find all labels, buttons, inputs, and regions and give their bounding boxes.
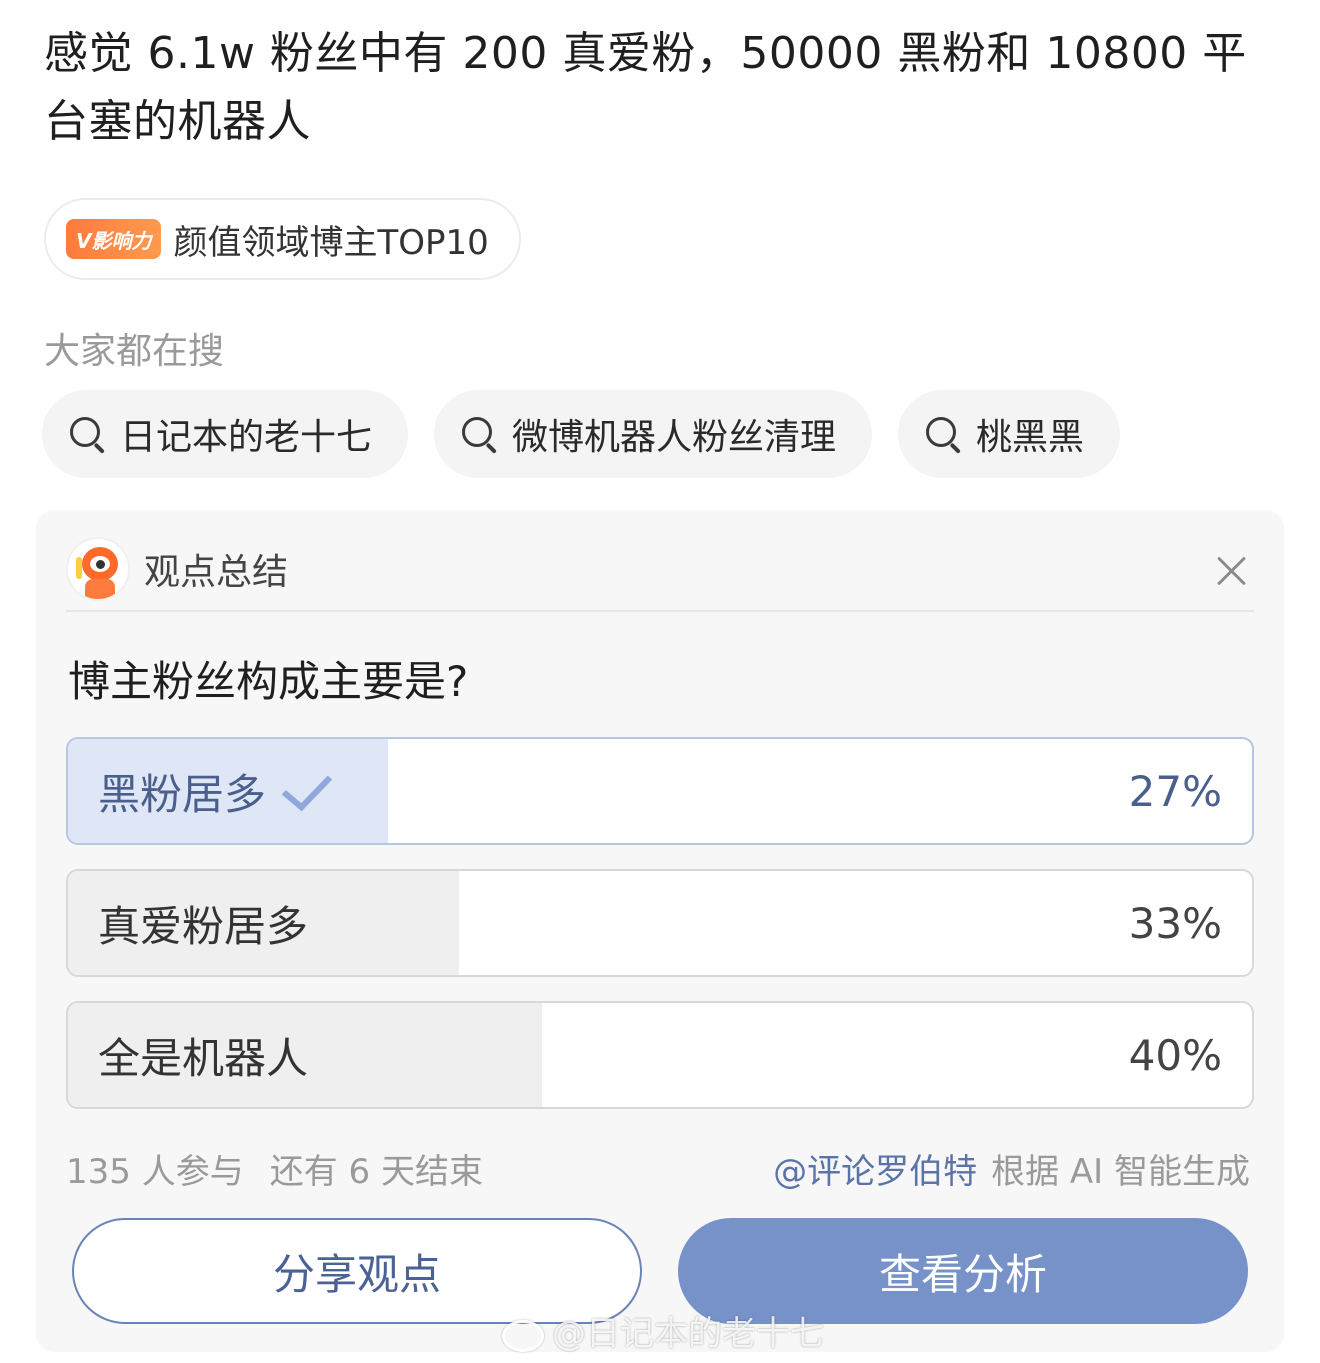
search-icon [68,415,106,454]
post-text: 感觉 6.1w 粉丝中有 200 真爱粉，50000 黑粉和 10800 平台塞… [44,28,1247,147]
poll-card-header: 观点总结 [66,528,1254,612]
watermark-text: @日记本的老十七 [552,1314,824,1354]
poll-option-label: 全是机器人 [98,1033,309,1083]
hot-search-list: 日记本的老十七 微博机器人粉丝清理 桃黑黑 [42,390,1121,478]
poll-question: 博主粉丝构成主要是? [68,657,469,706]
poll-option[interactable]: 全是机器人 40% [66,1001,1254,1109]
time-remaining: 还有 6 天结束 [269,1152,483,1192]
poll-option[interactable]: 真爱粉居多 33% [66,869,1254,977]
close-icon[interactable] [1212,550,1252,590]
influence-text: 颜值领域博主TOP10 [173,222,489,263]
poll-option[interactable]: 黑粉居多 27% [66,737,1254,845]
check-icon [278,769,332,813]
search-icon [460,415,498,454]
source-mention-link[interactable]: @评论罗伯特 [773,1144,977,1193]
poll-option-percent: 33% [1128,898,1222,948]
watermark: @日记本的老十七 [500,1306,824,1355]
participants-count: 135 人参与 [66,1152,244,1192]
robot-avatar-icon [66,537,130,601]
influence-tag: V影响力 [66,219,162,259]
hot-search-chip[interactable]: 桃黑黑 [898,390,1121,478]
poll-option-percent: 27% [1128,766,1222,816]
hot-search-chip[interactable]: 日记本的老十七 [42,390,409,478]
hot-search-title: 大家都在搜 [44,331,225,372]
hot-search-label: 微博机器人粉丝清理 [512,417,837,458]
source-suffix: 根据 AI 智能生成 [991,1152,1250,1192]
influence-badge[interactable]: V影响力 颜值领域博主TOP10 [44,198,521,280]
poll-card-title: 观点总结 [144,552,289,593]
hot-search-chip[interactable]: 微博机器人粉丝清理 [434,390,873,478]
poll-option-label: 真爱粉居多 [98,901,309,951]
poll-option-percent: 40% [1128,1030,1222,1080]
poll-card: 观点总结 博主粉丝构成主要是? 黑粉居多 27% 真爱粉居多 33% 全是机器人… [36,510,1284,1352]
search-icon [924,415,962,454]
weibo-logo-icon [500,1314,544,1352]
poll-source: @评论罗伯特 根据 AI 智能生成 [773,1144,1250,1193]
hot-search-label: 日记本的老十七 [120,417,373,458]
hot-search-label: 桃黑黑 [976,417,1085,458]
poll-meta: 135 人参与 还有 6 天结束 [66,1144,483,1193]
poll-option-label: 黑粉居多 [98,769,267,819]
